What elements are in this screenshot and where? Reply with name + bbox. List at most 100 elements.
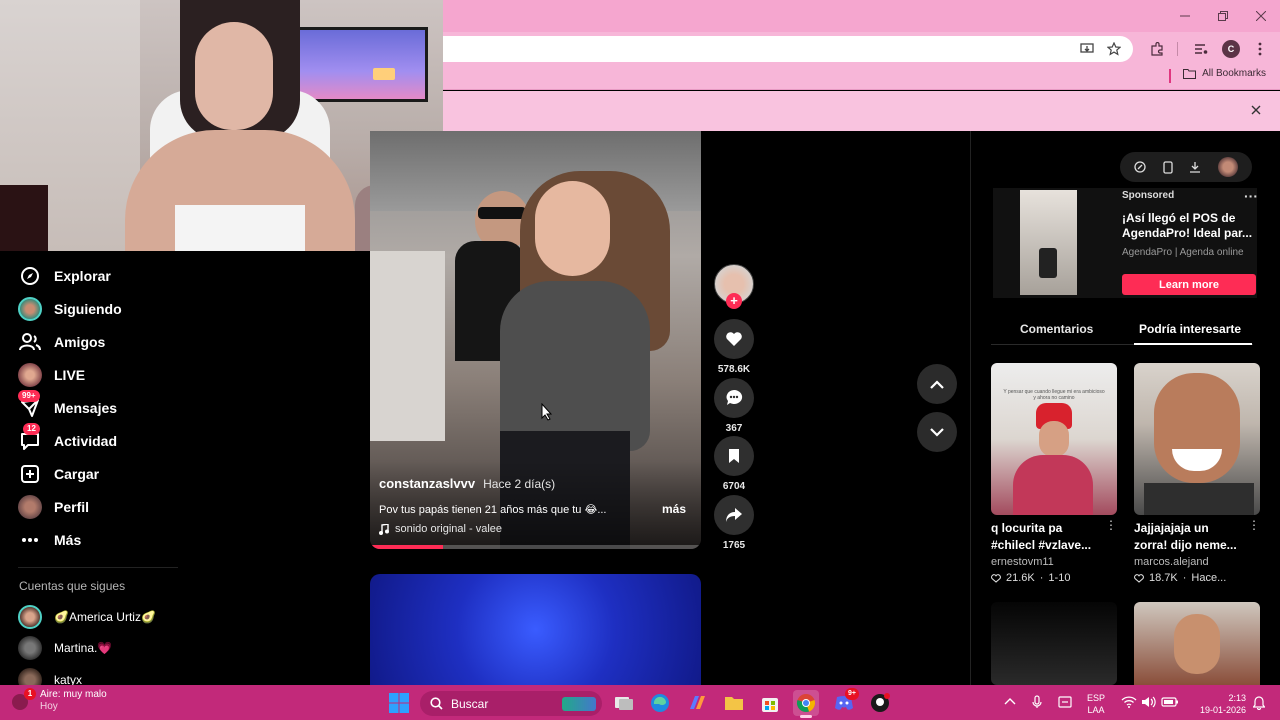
- ad-learn-more-button[interactable]: Learn more: [1122, 274, 1256, 295]
- all-bookmarks-button[interactable]: All Bookmarks: [1183, 68, 1266, 79]
- suggested-video-card[interactable]: Y pensar que cuando llegue mi era ambici…: [991, 363, 1117, 515]
- weather-widget[interactable]: 1 Aire: muy malo Hoy: [8, 688, 107, 713]
- notifications-icon[interactable]: [1253, 696, 1265, 710]
- edge-app[interactable]: [647, 690, 673, 716]
- bookmark-star-icon[interactable]: [1106, 41, 1122, 57]
- followed-account[interactable]: 🥑America Urtiz🥑: [18, 605, 156, 629]
- wifi-icon[interactable]: [1121, 696, 1137, 708]
- ad-thumbnail: [1020, 190, 1077, 295]
- nav-friends[interactable]: Amigos: [18, 330, 105, 354]
- sidebar-divider: [18, 567, 178, 568]
- edge-icon: [651, 694, 669, 712]
- infobar-close-button[interactable]: [1251, 105, 1261, 115]
- caption-more-button[interactable]: más: [662, 502, 686, 516]
- nav-more-label: Más: [54, 532, 82, 548]
- battery-icon[interactable]: [1161, 697, 1179, 707]
- nav-more[interactable]: Más: [18, 528, 81, 552]
- card-dot: ·: [1182, 572, 1187, 584]
- card-author[interactable]: marcos.alejand: [1134, 556, 1209, 568]
- nav-messages-label: Mensajes: [54, 400, 118, 416]
- media-control-icon[interactable]: [1193, 41, 1209, 57]
- close-window-button[interactable]: [1242, 0, 1280, 32]
- weather-sub: Hoy: [40, 701, 58, 712]
- comment-button[interactable]: 367: [714, 378, 754, 434]
- weather-icon: 1: [8, 688, 36, 713]
- chrome-icon: [796, 694, 816, 713]
- taskbar-search[interactable]: Buscar: [420, 691, 602, 716]
- previous-video-button[interactable]: [917, 364, 957, 404]
- download-icon[interactable]: [1189, 161, 1201, 173]
- follow-plus-icon[interactable]: +: [726, 293, 742, 309]
- close-icon: [1256, 11, 1266, 21]
- file-explorer-app[interactable]: [721, 690, 747, 716]
- nav-following[interactable]: Siguiendo: [18, 297, 122, 321]
- start-button[interactable]: [386, 690, 412, 716]
- music-note-icon: [379, 523, 389, 535]
- browser-titlebar: [443, 0, 1280, 32]
- creator-avatar-button[interactable]: +: [714, 264, 754, 309]
- task-view-icon: [615, 697, 633, 710]
- autoscroll-icon[interactable]: [1134, 161, 1146, 173]
- suggested-video-card[interactable]: [1134, 602, 1260, 685]
- card-more-icon[interactable]: ⋮: [1105, 518, 1117, 532]
- task-view-button[interactable]: [611, 690, 637, 716]
- nav-upload[interactable]: Cargar: [18, 462, 99, 486]
- card-likes: 21.6K: [1006, 572, 1035, 584]
- suggested-video-card[interactable]: [1134, 363, 1260, 515]
- nav-explore-label: Explorar: [54, 268, 111, 284]
- video-music[interactable]: sonido original - valee: [379, 523, 502, 535]
- like-count: 578.6K: [717, 364, 751, 375]
- video-username[interactable]: constanzaslvvv: [379, 476, 475, 491]
- next-video-button[interactable]: [917, 412, 957, 452]
- nav-explore[interactable]: Explorar: [18, 264, 111, 288]
- copilot-app[interactable]: [684, 690, 710, 716]
- tab-suggested[interactable]: Podría interesarte: [1139, 322, 1241, 336]
- ad-more-icon[interactable]: ···: [1244, 188, 1258, 204]
- ad-title: ¡Así llegó el POS de AgendaPro! Ideal pa…: [1122, 211, 1253, 240]
- chrome-app[interactable]: [793, 690, 819, 716]
- menu-kebab-icon[interactable]: [1252, 41, 1268, 57]
- card-more-icon[interactable]: ⋮: [1248, 518, 1260, 532]
- discord-app[interactable]: 9+: [831, 688, 859, 716]
- like-button[interactable]: 578.6K: [714, 319, 754, 375]
- restore-button[interactable]: [1204, 0, 1242, 32]
- tab-comments[interactable]: Comentarios: [1020, 322, 1093, 336]
- nav-profile-label: Perfil: [54, 499, 90, 515]
- profile-avatar-button[interactable]: C: [1222, 40, 1240, 58]
- nav-activity[interactable]: 12 Actividad: [18, 423, 117, 453]
- weather-text: Aire: muy malo Hoy: [40, 689, 107, 713]
- device-icon[interactable]: [1163, 160, 1173, 174]
- chevron-up-icon: [930, 379, 944, 389]
- suggested-video-card[interactable]: [991, 602, 1117, 685]
- show-hidden-icons-button[interactable]: [1004, 697, 1016, 705]
- nav-profile[interactable]: Perfil: [18, 495, 89, 519]
- sponsored-ad[interactable]: Sponsored ··· ¡Así llegó el POS de Agend…: [993, 188, 1258, 298]
- nav-messages[interactable]: 99+ Mensajes: [18, 390, 118, 420]
- language-indicator[interactable]: ESP LAA: [1087, 692, 1105, 716]
- save-button[interactable]: 6704: [714, 436, 754, 492]
- next-video-preview[interactable]: [370, 574, 701, 685]
- extensions-icon[interactable]: [1149, 41, 1165, 57]
- following-avatar-icon: [18, 297, 42, 321]
- chevron-down-icon: [930, 427, 944, 437]
- taskbar-tray-icon[interactable]: [1058, 696, 1072, 708]
- microphone-icon[interactable]: [1032, 695, 1042, 709]
- volume-icon[interactable]: [1141, 696, 1157, 708]
- nav-live[interactable]: LIVE: [18, 363, 85, 387]
- account-avatar: [18, 636, 42, 660]
- card-author[interactable]: ernestovm11: [991, 556, 1054, 568]
- followed-account[interactable]: Martina.💗: [18, 636, 112, 660]
- install-app-icon[interactable]: [1079, 41, 1095, 57]
- github-app[interactable]: [867, 690, 893, 716]
- minimize-button[interactable]: [1166, 0, 1204, 32]
- taskbar-clock[interactable]: 2:13 19-01-2026: [1188, 692, 1246, 716]
- user-avatar[interactable]: [1217, 157, 1238, 177]
- video-player[interactable]: constanzaslvvv Hace 2 día(s) Pov tus pap…: [370, 131, 701, 549]
- store-app[interactable]: [757, 690, 783, 716]
- share-button[interactable]: 1765: [714, 495, 754, 551]
- heart-icon: [714, 319, 754, 359]
- video-progress-track[interactable]: [370, 545, 701, 549]
- card-title[interactable]: q locurita pa #chilecl #vzlave...: [991, 520, 1101, 554]
- card-title[interactable]: Jajjajajaja un zorra! dijo neme...: [1134, 520, 1244, 554]
- address-bar[interactable]: [443, 36, 1133, 62]
